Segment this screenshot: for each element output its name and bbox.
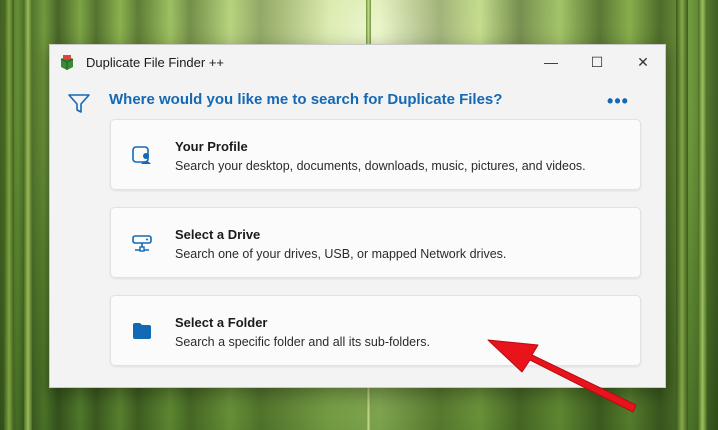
background-bamboo xyxy=(698,0,707,430)
option-title: Select a Drive xyxy=(175,227,261,242)
app-logo-icon xyxy=(60,55,74,70)
option-select-folder[interactable]: Select a Folder Search a specific folder… xyxy=(110,295,641,366)
maximize-button[interactable]: ☐ xyxy=(574,45,620,79)
option-your-profile[interactable]: Your Profile Search your desktop, docume… xyxy=(110,119,641,190)
folder-icon xyxy=(133,323,151,339)
filter-icon[interactable] xyxy=(67,93,91,115)
option-description: Search one of your drives, USB, or mappe… xyxy=(175,247,507,261)
background-bamboo xyxy=(676,0,688,430)
option-description: Search a specific folder and all its sub… xyxy=(175,335,430,349)
network-drive-icon xyxy=(132,235,152,252)
more-options-icon[interactable]: ••• xyxy=(606,91,630,111)
option-title: Select a Folder xyxy=(175,315,268,330)
window-title: Duplicate File Finder ++ xyxy=(86,55,225,70)
app-window: Duplicate File Finder ++ — ☐ ✕ Where wou… xyxy=(49,44,666,388)
background-bamboo xyxy=(24,0,32,430)
option-select-drive[interactable]: Select a Drive Search one of your drives… xyxy=(110,207,641,278)
title-bar[interactable]: Duplicate File Finder ++ — ☐ ✕ xyxy=(50,45,665,79)
option-description: Search your desktop, documents, download… xyxy=(175,159,586,173)
option-title: Your Profile xyxy=(175,139,248,154)
page-question: Where would you like me to search for Du… xyxy=(109,91,503,108)
user-profile-icon xyxy=(132,146,151,164)
background-bamboo xyxy=(4,0,14,430)
minimize-button[interactable]: — xyxy=(528,45,574,79)
close-button[interactable]: ✕ xyxy=(620,45,665,79)
